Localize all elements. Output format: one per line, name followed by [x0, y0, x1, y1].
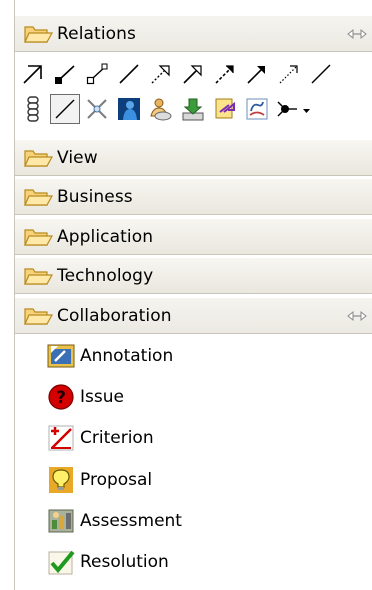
specialization-arrow-icon [183, 65, 202, 84]
aggregation-hollow-icon [86, 63, 108, 85]
entry-label: Issue [80, 387, 124, 407]
realization-arrow-icon [151, 65, 170, 84]
tool-magic-connector[interactable] [82, 94, 112, 124]
tool-specialization[interactable] [178, 59, 208, 89]
drawer-application-label: Application [57, 226, 154, 247]
drawer-technology[interactable]: Technology [15, 257, 372, 294]
pin-icon[interactable] [346, 26, 368, 42]
chain-icon [27, 96, 39, 122]
entry-label: Proposal [80, 470, 153, 490]
annotation-icon [47, 344, 75, 368]
tool-realization[interactable] [146, 59, 176, 89]
tool-flow[interactable] [210, 59, 240, 89]
tool-actor[interactable] [114, 94, 144, 124]
tool-junction-chain[interactable] [18, 94, 48, 124]
assessment-icon [48, 509, 74, 533]
association-line-icon [119, 64, 139, 84]
connection-line-icon [55, 99, 75, 119]
tool-aggregation-filled[interactable] [50, 59, 80, 89]
drawer-relations-label: Relations [57, 23, 136, 44]
relations-tool-row-2 [18, 91, 316, 127]
drawer-view[interactable]: View [15, 139, 372, 176]
actor-icon [118, 98, 140, 120]
group-icon [150, 98, 172, 121]
drawer-application[interactable]: Application [15, 218, 372, 255]
junction-dropdown-icon [277, 101, 310, 117]
folder-open-icon [24, 188, 53, 206]
tool-aggregation-hollow[interactable] [82, 59, 112, 89]
magic-connector-icon [87, 99, 107, 119]
diagram-model-icon [246, 98, 268, 120]
folder-open-icon [24, 267, 53, 285]
tool-used-by[interactable] [306, 59, 336, 89]
tool-connection-selected[interactable] [50, 94, 80, 124]
palette-entry-assessment[interactable]: Assessment [46, 503, 182, 539]
triggering-arrow-icon [247, 66, 265, 84]
entry-label: Resolution [80, 552, 169, 572]
composition-arrow-icon [23, 65, 42, 84]
tool-junction-dropdown[interactable] [274, 94, 314, 124]
folder-open-icon [24, 307, 53, 325]
drawer-collaboration[interactable]: Collaboration [15, 297, 372, 334]
entry-label: Annotation [80, 346, 174, 366]
criterion-icon [48, 425, 74, 451]
palette: Relations View Business Application Tech… [0, 0, 372, 590]
download-tray-icon [182, 98, 204, 121]
entry-label: Assessment [80, 511, 182, 531]
entry-label: Criterion [80, 428, 154, 448]
used-by-line-icon [311, 64, 331, 84]
tool-access[interactable] [274, 59, 304, 89]
drawer-business[interactable]: Business [15, 178, 372, 215]
folder-open-icon [24, 228, 53, 246]
pin-icon[interactable] [346, 308, 368, 324]
tool-group[interactable] [146, 94, 176, 124]
tool-diagram-model[interactable] [242, 94, 272, 124]
drawer-technology-label: Technology [57, 265, 154, 286]
palette-entry-criterion[interactable]: Criterion [46, 420, 154, 456]
tool-note[interactable] [210, 94, 240, 124]
tool-triggering[interactable] [242, 59, 272, 89]
flow-arrow-icon [215, 65, 234, 84]
access-arrow-icon [279, 65, 298, 84]
drawer-collaboration-label: Collaboration [57, 305, 172, 326]
folder-open-icon [24, 149, 53, 167]
palette-entry-issue[interactable]: ? Issue [46, 379, 124, 415]
resolution-icon [48, 550, 75, 575]
folder-open-icon [24, 25, 53, 43]
aggregation-filled-icon [55, 65, 75, 84]
drawer-relations[interactable]: Relations [15, 15, 372, 52]
tool-association[interactable] [114, 59, 144, 89]
palette-entry-resolution[interactable]: Resolution [46, 544, 169, 580]
palette-entry-proposal[interactable]: Proposal [46, 462, 152, 498]
tool-import[interactable] [178, 94, 208, 124]
drawer-business-label: Business [57, 186, 133, 207]
relations-tool-row-1 [18, 56, 338, 92]
palette-entry-annotation[interactable]: Annotation [46, 338, 173, 374]
svg-text:?: ? [56, 388, 66, 408]
issue-icon: ? [48, 384, 74, 410]
palette-left-border [14, 0, 15, 590]
drawer-view-label: View [57, 147, 98, 168]
note-icon [215, 98, 235, 119]
tool-composition[interactable] [18, 59, 48, 89]
proposal-icon [49, 467, 73, 493]
